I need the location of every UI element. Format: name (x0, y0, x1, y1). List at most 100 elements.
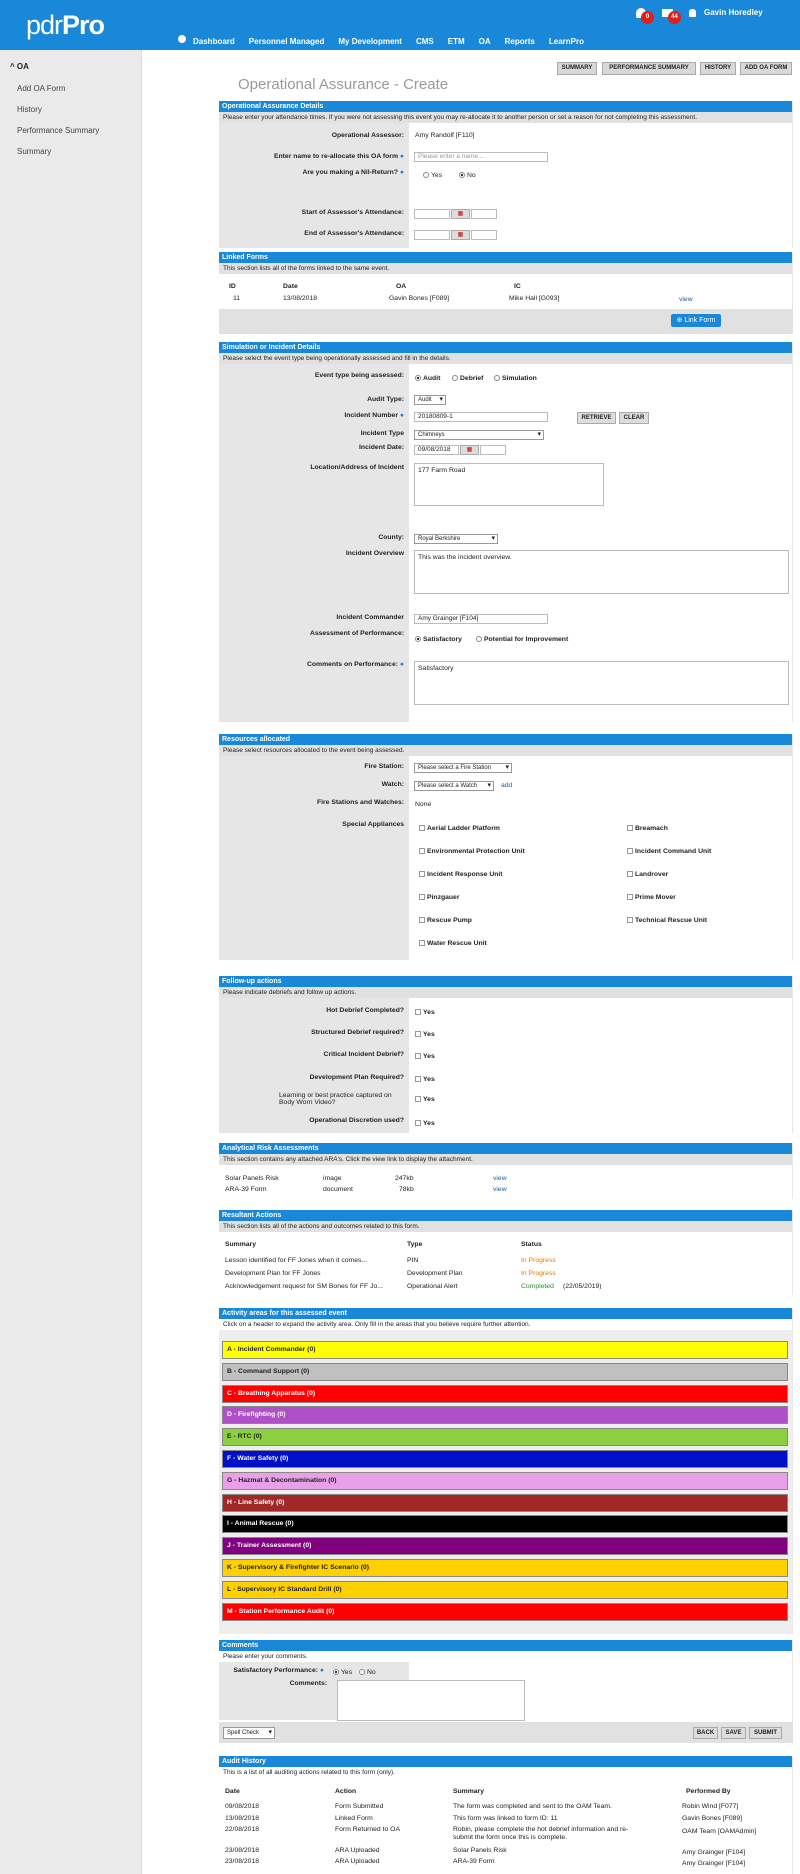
home-icon[interactable] (178, 35, 186, 43)
event-simulation-radio[interactable]: Simulation (494, 375, 537, 382)
satisfactory-yes[interactable]: Yes (333, 1669, 352, 1676)
start-date-input[interactable] (414, 209, 450, 219)
save-button[interactable]: SAVE (721, 1727, 746, 1739)
nil-return-yes[interactable]: Yes (423, 172, 442, 179)
performance-comments-textarea[interactable]: Satisfactory (414, 661, 789, 705)
nil-return-no[interactable]: No (459, 172, 476, 179)
hot-debrief-checkbox[interactable]: Yes (415, 1009, 435, 1016)
critical-debrief-checkbox[interactable]: Yes (415, 1053, 435, 1060)
nav-learnpro[interactable]: LearnPro (549, 37, 584, 46)
overview-textarea[interactable]: This was the incident overview. (414, 550, 789, 594)
app-logo[interactable]: pdrPro (26, 10, 105, 41)
appliance-checkbox[interactable]: Water Rescue Unit (419, 940, 487, 947)
calendar-icon[interactable]: ▦ (451, 209, 470, 219)
clear-button[interactable]: CLEAR (619, 412, 649, 424)
action-summary[interactable]: Acknowledgement request for SM Bones for… (225, 1283, 383, 1290)
summary-button[interactable]: SUMMARY (557, 62, 597, 75)
perf-improvement-radio[interactable]: Potential for Improvement (476, 636, 568, 643)
nav-etm[interactable]: ETM (448, 37, 465, 46)
ara-name: Solar Panels Risk (225, 1175, 279, 1182)
watch-select[interactable]: Please select a Watch (414, 781, 494, 791)
satisfactory-no[interactable]: No (359, 1669, 376, 1676)
incident-type-label: Incident Type (360, 430, 404, 437)
audit-date: 13/08/2018 (225, 1815, 260, 1822)
nav-my-development[interactable]: My Development (338, 37, 402, 46)
incident-number-input[interactable]: 20180809-1 (414, 412, 548, 422)
op-discretion-checkbox[interactable]: Yes (415, 1120, 435, 1127)
activity-area-header[interactable]: K - Supervisory & Firefighter IC Scenari… (222, 1559, 788, 1577)
start-time-input[interactable] (471, 209, 497, 219)
appliance-checkbox[interactable]: Incident Response Unit (419, 871, 503, 878)
activity-area-header[interactable]: G - Hazmat & Decontamination (0) (222, 1471, 788, 1490)
add-watch-link[interactable]: add (501, 782, 512, 789)
structured-debrief-checkbox[interactable]: Yes (415, 1031, 435, 1038)
spell-check-select[interactable]: Spell Check (223, 1727, 275, 1739)
realloc-input[interactable]: Please enter a name... (414, 152, 548, 162)
section-description: Please indicate debriefs and follow up a… (219, 987, 792, 998)
sidebar-header[interactable]: ^ OA (10, 62, 29, 71)
audit-type-select[interactable]: Audit (414, 395, 446, 405)
link-form-button[interactable]: ⊕ Link Form (671, 314, 721, 327)
appliance-checkbox[interactable]: Incident Command Unit (627, 848, 711, 855)
retrieve-button[interactable]: RETRIEVE (577, 412, 616, 424)
appliance-checkbox[interactable]: Prime Mover (627, 894, 676, 901)
activity-area-header[interactable]: D - Firefighting (0) (222, 1406, 788, 1425)
activity-area-header[interactable]: J - Trainer Assessment (0) (222, 1537, 788, 1556)
action-summary[interactable]: Development Plan for FF Jones (225, 1270, 321, 1277)
appliance-checkbox[interactable]: Pinzgauer (419, 894, 459, 901)
event-audit-radio[interactable]: Audit (415, 375, 440, 382)
calendar-icon[interactable]: ▦ (451, 230, 470, 240)
nav-dashboard[interactable]: Dashboard (193, 37, 235, 46)
appliance-checkbox[interactable]: Environmental Protection Unit (419, 848, 525, 855)
sidebar-item-summary[interactable]: Summary (17, 147, 51, 156)
sidebar-item-performance-summary[interactable]: Performance Summary (17, 126, 99, 135)
nav-cms[interactable]: CMS (416, 37, 434, 46)
performance-summary-button[interactable]: PERFORMANCE SUMMARY (602, 62, 696, 75)
ara-view-link[interactable]: view (493, 1186, 507, 1193)
dev-plan-checkbox[interactable]: Yes (415, 1076, 435, 1083)
sidebar-item-add-oa-form[interactable]: Add OA Form (17, 84, 65, 93)
bwv-checkbox[interactable]: Yes (415, 1096, 435, 1103)
calendar-icon[interactable]: ▦ (460, 445, 479, 455)
ara-view-link[interactable]: view (493, 1175, 507, 1182)
action-summary[interactable]: Lesson identified for FF Jones when it c… (225, 1257, 367, 1264)
back-button[interactable]: BACK (693, 1727, 718, 1739)
end-attendance-label: End of Assessor's Attendance: (304, 230, 404, 237)
activity-area-header[interactable]: I - Animal Rescue (0) (222, 1515, 788, 1534)
activity-area-header[interactable]: B - Command Support (0) (222, 1362, 788, 1381)
submit-button[interactable]: SUBMIT (749, 1727, 782, 1739)
activity-area-header[interactable]: H - Line Safety (0) (222, 1493, 788, 1512)
comments-textarea[interactable] (337, 1680, 525, 1721)
add-oa-form-button[interactable]: ADD OA FORM (740, 62, 792, 75)
incident-date-input[interactable]: 09/08/2018 (414, 445, 459, 455)
incident-time-input[interactable] (480, 445, 506, 455)
event-debrief-radio[interactable]: Debrief (452, 375, 483, 382)
nav-oa[interactable]: OA (479, 37, 491, 46)
county-select[interactable]: Royal Berkshire (414, 534, 498, 544)
activity-area-header[interactable]: A - Incident Commander (0) (222, 1341, 788, 1359)
activity-area-header[interactable]: L - Supervisory IC Standard Drill (0) (222, 1580, 788, 1599)
incident-type-select[interactable]: Chimneys (414, 430, 544, 440)
activity-area-header[interactable]: E - RTC (0) (222, 1428, 788, 1447)
appliance-checkbox[interactable]: Rescue Pump (419, 917, 472, 924)
audit-performer: Amy Grainger [F104] (682, 1860, 746, 1867)
appliance-checkbox[interactable]: Aerial Ladder Platform (419, 825, 500, 832)
nav-personnel-managed[interactable]: Personnel Managed (249, 37, 325, 46)
fire-station-select[interactable]: Please select a Fire Station (414, 763, 512, 773)
user-name[interactable]: Gavin Horedley (704, 8, 763, 17)
end-date-input[interactable] (414, 230, 450, 240)
view-link[interactable]: view (679, 296, 693, 303)
end-time-input[interactable] (471, 230, 497, 240)
history-button[interactable]: HISTORY (700, 62, 736, 75)
incident-commander-input[interactable]: Amy Grainger [F104] (414, 614, 548, 624)
appliance-checkbox[interactable]: Landrover (627, 871, 668, 878)
activity-area-header[interactable]: C - Breathing Apparatus (0) (222, 1384, 788, 1403)
location-textarea[interactable]: 177 Farm Road (414, 463, 604, 506)
nav-reports[interactable]: Reports (505, 37, 535, 46)
sidebar-item-history[interactable]: History (17, 105, 42, 114)
appliance-checkbox[interactable]: Breamach (627, 825, 668, 832)
perf-satisfactory-radio[interactable]: Satisfactory (415, 636, 462, 643)
appliance-checkbox[interactable]: Technical Rescue Unit (627, 917, 707, 924)
activity-area-header[interactable]: F - Water Safety (0) (222, 1450, 788, 1468)
activity-area-header[interactable]: M - Station Performance Audit (0) (222, 1602, 788, 1621)
